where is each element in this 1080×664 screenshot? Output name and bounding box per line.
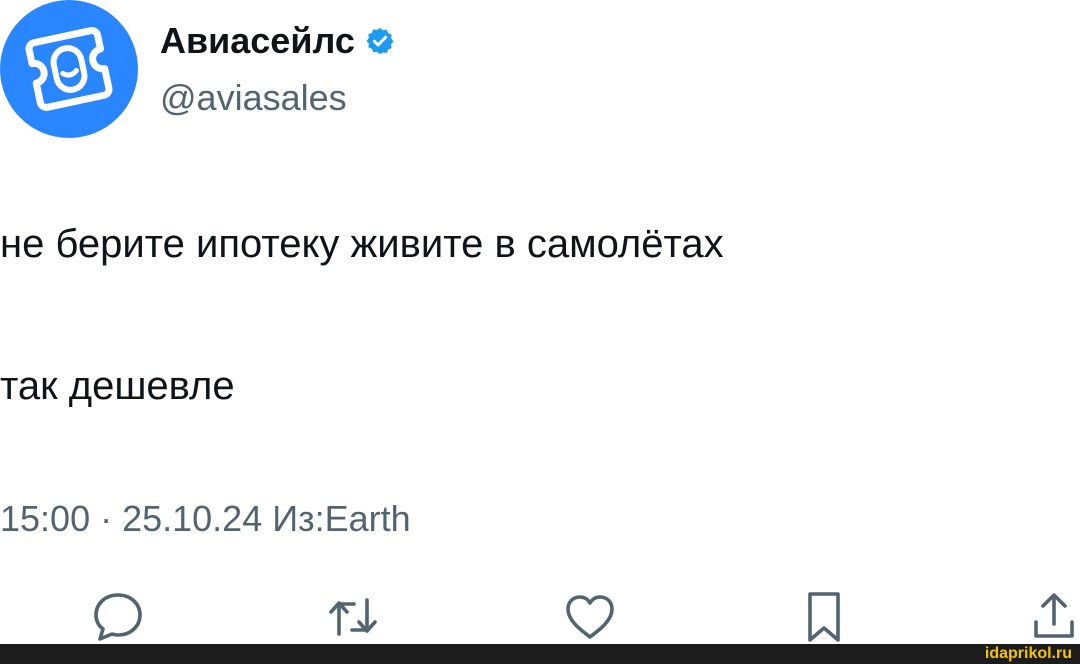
- display-name[interactable]: Авиасейлс: [160, 20, 355, 62]
- bookmark-button[interactable]: [797, 590, 851, 644]
- share-upload-icon: [1034, 593, 1074, 638]
- retweet-arrows-icon: [329, 598, 377, 636]
- reply-button[interactable]: [91, 590, 145, 644]
- display-name-row: Авиасейлс: [160, 20, 395, 62]
- speech-bubble-icon: [94, 593, 142, 641]
- user-handle[interactable]: @aviasales: [160, 77, 347, 119]
- watermark-text: idaprikol.ru: [984, 645, 1072, 662]
- tweet-timestamp[interactable]: 15:00 · 25.10.24 Из:Earth: [0, 497, 411, 541]
- watermark-bar: idaprikol.ru: [0, 644, 1080, 664]
- aviasales-logo-icon: [25, 27, 113, 111]
- tweet-text-line-2: так дешевле: [0, 364, 235, 408]
- verified-badge-icon: [365, 26, 395, 56]
- retweet-button[interactable]: [326, 590, 380, 644]
- heart-icon: [566, 595, 614, 639]
- avatar[interactable]: [0, 0, 138, 138]
- bookmark-icon: [808, 592, 840, 642]
- tweet-text-line-1: не берите ипотеку живите в самолётах: [0, 222, 724, 266]
- share-button[interactable]: [1027, 590, 1080, 644]
- like-button[interactable]: [563, 590, 617, 644]
